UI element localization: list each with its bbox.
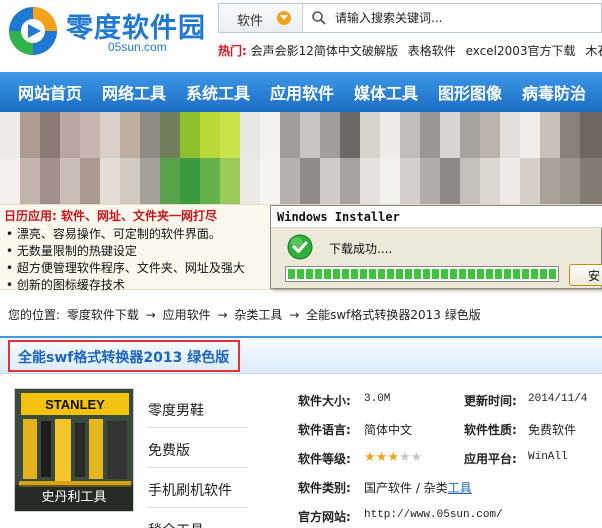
success-check-icon <box>287 234 313 260</box>
ad-title: 日历应用: 软件、网址、文件夹一网打尽 <box>4 209 217 223</box>
nav-item-network[interactable]: 网络工具 <box>102 80 166 104</box>
language-label: 软件语言: <box>298 423 351 437</box>
breadcrumb-separator: → <box>145 308 156 322</box>
chevron-down-icon <box>277 11 291 25</box>
breadcrumb-item-apps[interactable]: 应用软件 <box>163 308 211 322</box>
ad-banner-pixelated[interactable] <box>0 112 602 204</box>
platform-label: 应用平台: <box>464 452 517 466</box>
dialog-message: 下载成功.... <box>329 242 393 256</box>
hot-links: 热门: 会声会影12简体中文破解版 表格软件 excel2003官方下载 木石 <box>218 42 602 60</box>
rating-label: 软件等级: <box>298 452 351 466</box>
related-item[interactable]: 零度男鞋 <box>148 388 248 428</box>
star-icon: ★ <box>410 450 423 465</box>
ad-line: • 创新的图标缓存技术 <box>6 278 125 292</box>
ad-line: • 无数量限制的热键设定 <box>6 244 137 258</box>
related-item[interactable]: 免费版 <box>148 428 248 468</box>
hot-link[interactable]: 表格软件 <box>408 44 456 58</box>
breadcrumb-label: 您的位置: <box>8 308 61 322</box>
ad-line: • 漂亮、容易操作、可定制的软件界面。 <box>6 227 221 241</box>
search-input[interactable] <box>335 8 575 28</box>
page-title: 全能swf格式转换器2013 绿色版 <box>18 350 230 366</box>
related-item[interactable]: 毯全工具 <box>148 508 248 528</box>
progress-fill <box>288 269 556 279</box>
details-row: 软件语言: 简体中文 软件性质: 免费软件 <box>298 421 602 449</box>
thumb-caption: 史丹利工具 <box>15 485 133 511</box>
hot-link[interactable]: excel2003官方下载 <box>466 44 576 58</box>
language-value: 简体中文 <box>364 423 413 437</box>
star-icon: ★ <box>364 450 376 465</box>
dialog-title: Windows Installer <box>277 210 400 224</box>
details-row: 官方网站: http://www.05sun.com/ <box>298 508 602 528</box>
size-label: 软件大小: <box>298 394 351 408</box>
details-row: 软件等级: ★★★★★ 应用平台: WinAll <box>298 450 602 478</box>
star-icon: ★ <box>375 450 388 465</box>
nav-item-graphics[interactable]: 图形图像 <box>438 80 502 104</box>
license-label: 软件性质: <box>464 423 517 437</box>
search-bar: 软件 <box>218 3 602 33</box>
updated-label: 更新时间: <box>464 394 517 408</box>
website-label: 官方网站: <box>298 510 351 524</box>
breadcrumb-separator: → <box>289 308 300 322</box>
hot-link[interactable]: 木石 <box>585 44 602 58</box>
rating-stars: ★★★★★ <box>364 450 422 464</box>
site-logo[interactable]: 零度软件园 05sun.com <box>4 2 214 60</box>
nav-item-apps[interactable]: 应用软件 <box>270 80 334 104</box>
updated-value: 2014/11/4 <box>528 393 588 405</box>
nav-item-antivirus[interactable]: 病毒防治 <box>522 80 586 104</box>
search-icon[interactable] <box>311 10 327 26</box>
details-row: 软件大小: 3.0M 更新时间: 2014/11/4 <box>298 392 602 420</box>
site-domain: 05sun.com <box>108 40 167 54</box>
star-icon: ★ <box>387 450 399 465</box>
thumb-brand: STANLEY <box>45 397 105 412</box>
logo-icon <box>9 7 57 55</box>
breadcrumb-item-misc[interactable]: 杂类工具 <box>234 308 282 322</box>
breadcrumb-item-home[interactable]: 零度软件下载 <box>67 308 139 322</box>
nav-item-home[interactable]: 网站首页 <box>18 80 82 104</box>
breadcrumb-item-current[interactable]: 全能swf格式转换器2013 绿色版 <box>306 308 481 322</box>
download-progress-bar <box>285 266 559 282</box>
ad-line: • 超方便管理软件程序、文件夹、网址及强大 <box>6 261 245 275</box>
website-link[interactable]: http://www.05sun.com/ <box>364 509 503 521</box>
platform-value: WinAll <box>528 451 568 463</box>
details-row: 软件类别: 国产软件 / 杂类工具 <box>298 479 602 507</box>
category-label: 软件类别: <box>298 481 351 495</box>
site-header: 零度软件园 05sun.com 软件 热门: 会声会影12简体中文破解版 表格软… <box>0 0 602 72</box>
search-category-label: 软件 <box>237 14 264 29</box>
dialog-install-button[interactable]: 安 <box>569 264 602 286</box>
breadcrumb-separator: → <box>217 308 228 322</box>
category-link[interactable]: 工具 <box>448 481 472 495</box>
installer-dialog: Windows Installer 下载成功.... 安 <box>270 205 602 289</box>
license-value: 免费软件 <box>528 423 577 437</box>
related-item[interactable]: 手机刷机软件 <box>148 468 248 508</box>
dialog-titlebar[interactable]: Windows Installer <box>271 206 602 228</box>
hot-link[interactable]: 会声会影12简体中文破解版 <box>251 44 398 58</box>
category-value: 国产软件 / 杂类工具 <box>364 479 472 496</box>
nav-item-media[interactable]: 媒体工具 <box>354 80 418 104</box>
hot-label: 热门: <box>218 44 247 58</box>
search-category-select[interactable]: 软件 <box>219 4 303 32</box>
breadcrumb: 您的位置: 零度软件下载 → 应用软件 → 杂类工具 → 全能swf格式转换器2… <box>8 306 484 323</box>
main-nav: 网站首页 网络工具 系统工具 应用软件 媒体工具 图形图像 病毒防治 <box>0 72 602 112</box>
star-icon: ★ <box>398 450 411 465</box>
product-thumbnail[interactable]: STANLEY 史丹利工具 <box>14 388 134 512</box>
size-value: 3.0M <box>364 393 391 405</box>
category-text: 国产软件 / 杂类 <box>364 481 448 495</box>
nav-item-system[interactable]: 系统工具 <box>186 80 250 104</box>
